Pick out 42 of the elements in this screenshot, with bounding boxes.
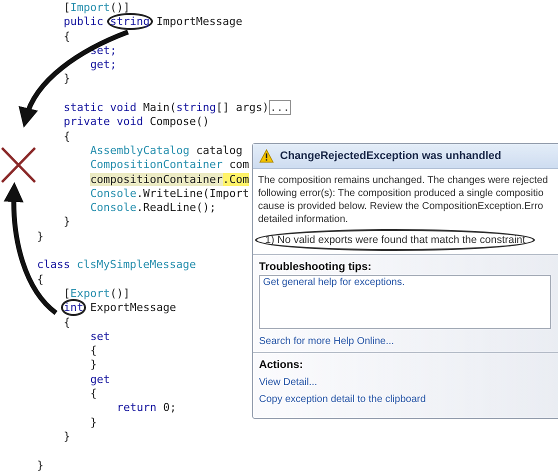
code-line: AssemblyCatalog catalog — [90, 144, 243, 157]
warning-icon — [259, 149, 274, 163]
code-line: { — [90, 387, 97, 400]
code-line: } — [64, 72, 70, 86]
code-line: { — [64, 30, 70, 43]
code-line: Console.ReadLine(); — [90, 201, 216, 214]
code-line: compositionContainer.Com — [90, 172, 250, 186]
message-text: following error(s): The composition produced a single compositio — [258, 187, 545, 200]
help-link[interactable]: Get general help for exceptions. — [263, 277, 405, 288]
code-line: private void Compose() — [64, 115, 210, 128]
code-line: CompositionContainer com — [90, 158, 250, 172]
code-line: { — [37, 272, 44, 286]
search-help-link[interactable]: Search for more Help Online... — [259, 336, 558, 347]
code-line: [Import()] — [64, 1, 130, 14]
x-mark — [1, 147, 36, 183]
actions-heading: Actions: — [259, 359, 304, 371]
code-line: int ExportMessage — [64, 301, 176, 314]
code-line: Console.WriteLine(Import — [90, 186, 250, 200]
code-line: get; — [90, 58, 117, 72]
code-line: public string ImportMessage — [64, 15, 242, 28]
code-line: [Export()] — [64, 286, 130, 300]
dialog-title: ChangeRejectedException was unhandled — [280, 150, 502, 162]
code-line: } — [90, 358, 97, 372]
code-line: { — [90, 344, 97, 358]
tips-heading: Troubleshooting tips: — [259, 261, 372, 273]
code-line: } — [64, 215, 70, 228]
action-link[interactable]: View Detail... — [259, 377, 558, 388]
message-text: The composition remains unchanged. The changes were rejected — [258, 174, 549, 187]
code-line: } — [37, 230, 44, 243]
code-line: class clsMySimpleMessage — [37, 258, 196, 272]
code-line: { — [64, 316, 70, 329]
action-link[interactable]: Copy exception detail to the clipboard — [259, 394, 558, 405]
code-line: } — [37, 458, 44, 472]
message-text: detailed information. — [258, 213, 350, 226]
message-text: cause is provided below. Review the CompositionException.Erro — [258, 200, 544, 213]
code-line: { — [64, 130, 70, 143]
code-line: get — [90, 372, 110, 386]
code-line: } — [64, 430, 70, 443]
code-line: set — [90, 330, 110, 343]
code-line: static void Main(string[] args)... — [64, 100, 291, 116]
code-line: return 0; — [116, 401, 176, 414]
code-line: } — [90, 416, 97, 429]
